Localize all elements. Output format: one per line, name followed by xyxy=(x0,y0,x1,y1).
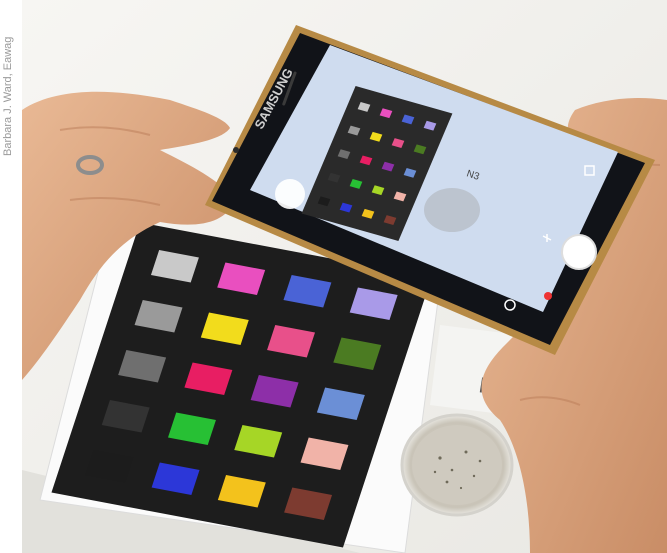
camera-shutter-button[interactable] xyxy=(561,234,597,270)
photo-scene: N3 N3 xyxy=(22,0,667,553)
petri-dish xyxy=(400,413,514,517)
camera-gallery-thumbnail[interactable] xyxy=(275,179,305,209)
screen-petri-dish xyxy=(424,188,480,232)
front-camera xyxy=(233,147,239,153)
record-video-button[interactable] xyxy=(544,292,552,300)
